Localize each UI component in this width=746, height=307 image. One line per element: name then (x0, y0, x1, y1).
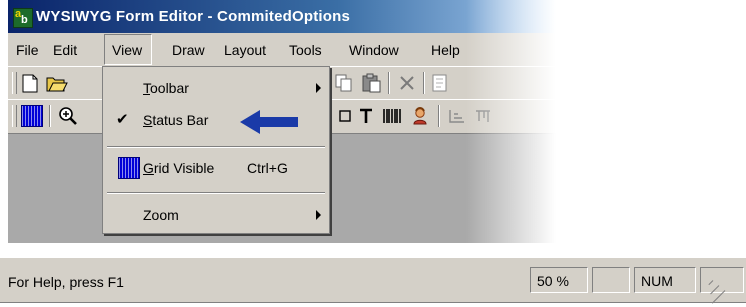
status-zoom-pane: 50 % (530, 267, 588, 293)
toolbar-separator (438, 105, 440, 127)
submenu-arrow-icon (316, 83, 321, 93)
menu-file[interactable]: File (16, 42, 39, 58)
menu-window[interactable]: Window (349, 42, 399, 58)
menu-item-toolbar[interactable]: Toolbar (103, 73, 329, 103)
check-icon: ✔ (116, 111, 129, 128)
toolbar-separator (423, 72, 425, 94)
text-tool-icon[interactable] (358, 108, 374, 124)
status-size-grip[interactable] (700, 267, 744, 304)
annotation-arrow-icon (240, 110, 298, 134)
copy-icon[interactable] (335, 74, 353, 93)
menu-bar: File Edit Draw Layout Tools Window Help (8, 33, 556, 66)
mnemonic: G (143, 160, 154, 176)
shortcut-label: Ctrl+G (247, 160, 288, 176)
align-top-icon[interactable] (474, 108, 492, 124)
menu-item-zoom[interactable]: Zoom (103, 200, 329, 230)
menu-tools[interactable]: Tools (289, 42, 322, 58)
zoom-icon[interactable] (58, 106, 78, 126)
menu-edit[interactable]: Edit (53, 42, 77, 58)
frame-tool-icon[interactable] (339, 108, 351, 124)
delete-icon[interactable] (399, 75, 415, 91)
toolbar-grip[interactable] (12, 105, 17, 127)
status-bar: For Help, press F1 50 % NUM (0, 257, 746, 304)
new-file-icon[interactable] (22, 74, 38, 93)
title-bar: ab WYSIWYG Form Editor - CommitedOptions (8, 0, 556, 33)
align-icon[interactable] (448, 108, 466, 124)
view-menu-dropdown: Toolbar ✔ Status Bar Grid Visible Ctrl+G… (102, 66, 330, 234)
mnemonic: T (143, 80, 150, 96)
submenu-arrow-icon (316, 210, 321, 220)
image-icon[interactable] (412, 107, 428, 125)
barcode-icon[interactable] (383, 108, 403, 124)
status-num-pane: NUM (634, 267, 696, 293)
toolbar-separator (49, 105, 51, 127)
paste-icon[interactable] (362, 73, 382, 93)
menu-separator (107, 146, 325, 148)
app-icon[interactable]: ab (13, 8, 33, 28)
mnemonic: S (143, 112, 153, 128)
window-title: WYSIWYG Form Editor - CommitedOptions (36, 8, 351, 25)
status-empty-pane (592, 267, 630, 293)
toolbar-grip[interactable] (12, 72, 17, 94)
menu-help[interactable]: Help (431, 42, 460, 58)
menu-separator (107, 192, 325, 194)
status-help-text: For Help, press F1 (8, 274, 124, 290)
menu-view[interactable]: View (104, 34, 152, 65)
grid-icon[interactable] (21, 105, 43, 127)
menu-item-grid-visible[interactable]: Grid Visible Ctrl+G (103, 153, 329, 183)
toolbar-separator (388, 72, 390, 94)
open-folder-icon[interactable] (46, 74, 68, 93)
menu-draw[interactable]: Draw (172, 42, 205, 58)
grid-icon (118, 157, 140, 179)
properties-icon[interactable] (431, 74, 449, 93)
menu-layout[interactable]: Layout (224, 42, 266, 58)
